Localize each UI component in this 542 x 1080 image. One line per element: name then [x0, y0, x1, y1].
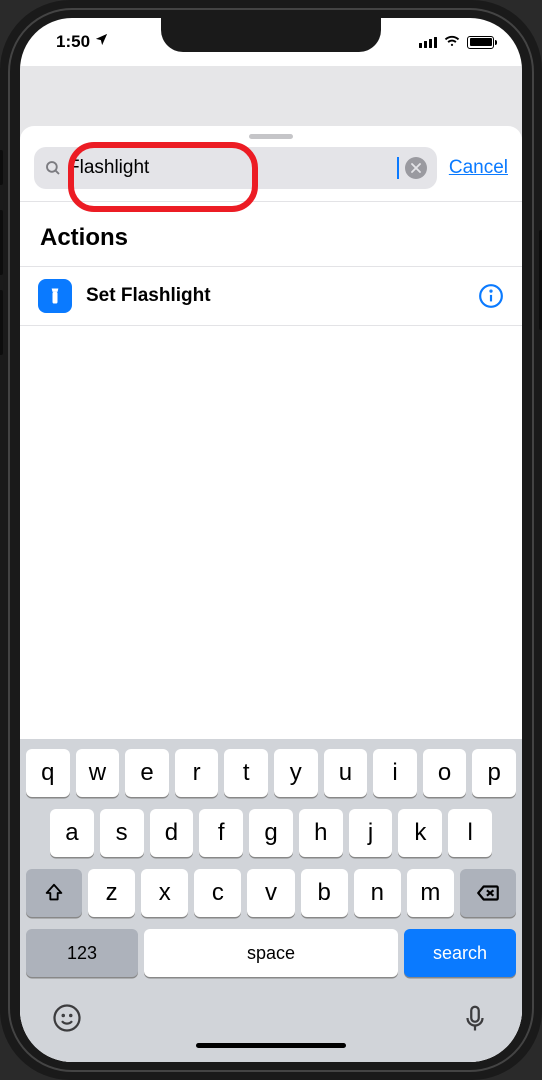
emoji-key[interactable] [52, 1003, 82, 1033]
key-h[interactable]: h [299, 809, 343, 857]
flashlight-icon [38, 279, 72, 313]
key-z[interactable]: z [88, 869, 135, 917]
action-search-sheet: Flashlight Cancel Actions Set Flashlight [20, 126, 522, 1062]
key-r[interactable]: r [175, 749, 219, 797]
key-p[interactable]: p [472, 749, 516, 797]
key-f[interactable]: f [199, 809, 243, 857]
key-m[interactable]: m [407, 869, 454, 917]
search-value: Flashlight [68, 157, 390, 179]
shift-key[interactable] [26, 869, 82, 917]
cancel-button[interactable]: Cancel [449, 157, 508, 179]
text-caret [397, 157, 399, 179]
keyboard-action-key[interactable]: search [404, 929, 516, 977]
info-button[interactable] [478, 283, 504, 309]
section-header-actions: Actions [20, 202, 522, 266]
backspace-key[interactable] [460, 869, 516, 917]
key-d[interactable]: d [150, 809, 194, 857]
action-row-set-flashlight[interactable]: Set Flashlight [20, 267, 522, 325]
onscreen-keyboard: qwertyuiop asdfghjkl zxcvbnm 123 space s… [20, 739, 522, 1062]
key-a[interactable]: a [50, 809, 94, 857]
numbers-key[interactable]: 123 [26, 929, 138, 977]
space-key[interactable]: space [144, 929, 398, 977]
cellular-signal-icon [419, 36, 437, 48]
key-s[interactable]: s [100, 809, 144, 857]
key-b[interactable]: b [301, 869, 348, 917]
key-o[interactable]: o [423, 749, 467, 797]
search-icon [44, 159, 62, 177]
key-j[interactable]: j [349, 809, 393, 857]
key-x[interactable]: x [141, 869, 188, 917]
key-g[interactable]: g [249, 809, 293, 857]
key-i[interactable]: i [373, 749, 417, 797]
key-q[interactable]: q [26, 749, 70, 797]
dictation-key[interactable] [460, 1003, 490, 1033]
action-label: Set Flashlight [86, 285, 464, 307]
key-y[interactable]: y [274, 749, 318, 797]
key-n[interactable]: n [354, 869, 401, 917]
wifi-icon [443, 31, 461, 54]
key-u[interactable]: u [324, 749, 368, 797]
key-k[interactable]: k [398, 809, 442, 857]
key-c[interactable]: c [194, 869, 241, 917]
clear-search-button[interactable] [405, 157, 427, 179]
status-time: 1:50 [56, 32, 90, 52]
battery-icon [467, 36, 494, 49]
search-input[interactable]: Flashlight [34, 147, 437, 189]
key-e[interactable]: e [125, 749, 169, 797]
home-indicator[interactable] [196, 1043, 346, 1048]
sheet-grabber[interactable] [249, 134, 293, 139]
key-t[interactable]: t [224, 749, 268, 797]
device-notch [161, 18, 381, 52]
key-w[interactable]: w [76, 749, 120, 797]
key-l[interactable]: l [448, 809, 492, 857]
key-v[interactable]: v [247, 869, 294, 917]
location-icon [94, 32, 109, 52]
